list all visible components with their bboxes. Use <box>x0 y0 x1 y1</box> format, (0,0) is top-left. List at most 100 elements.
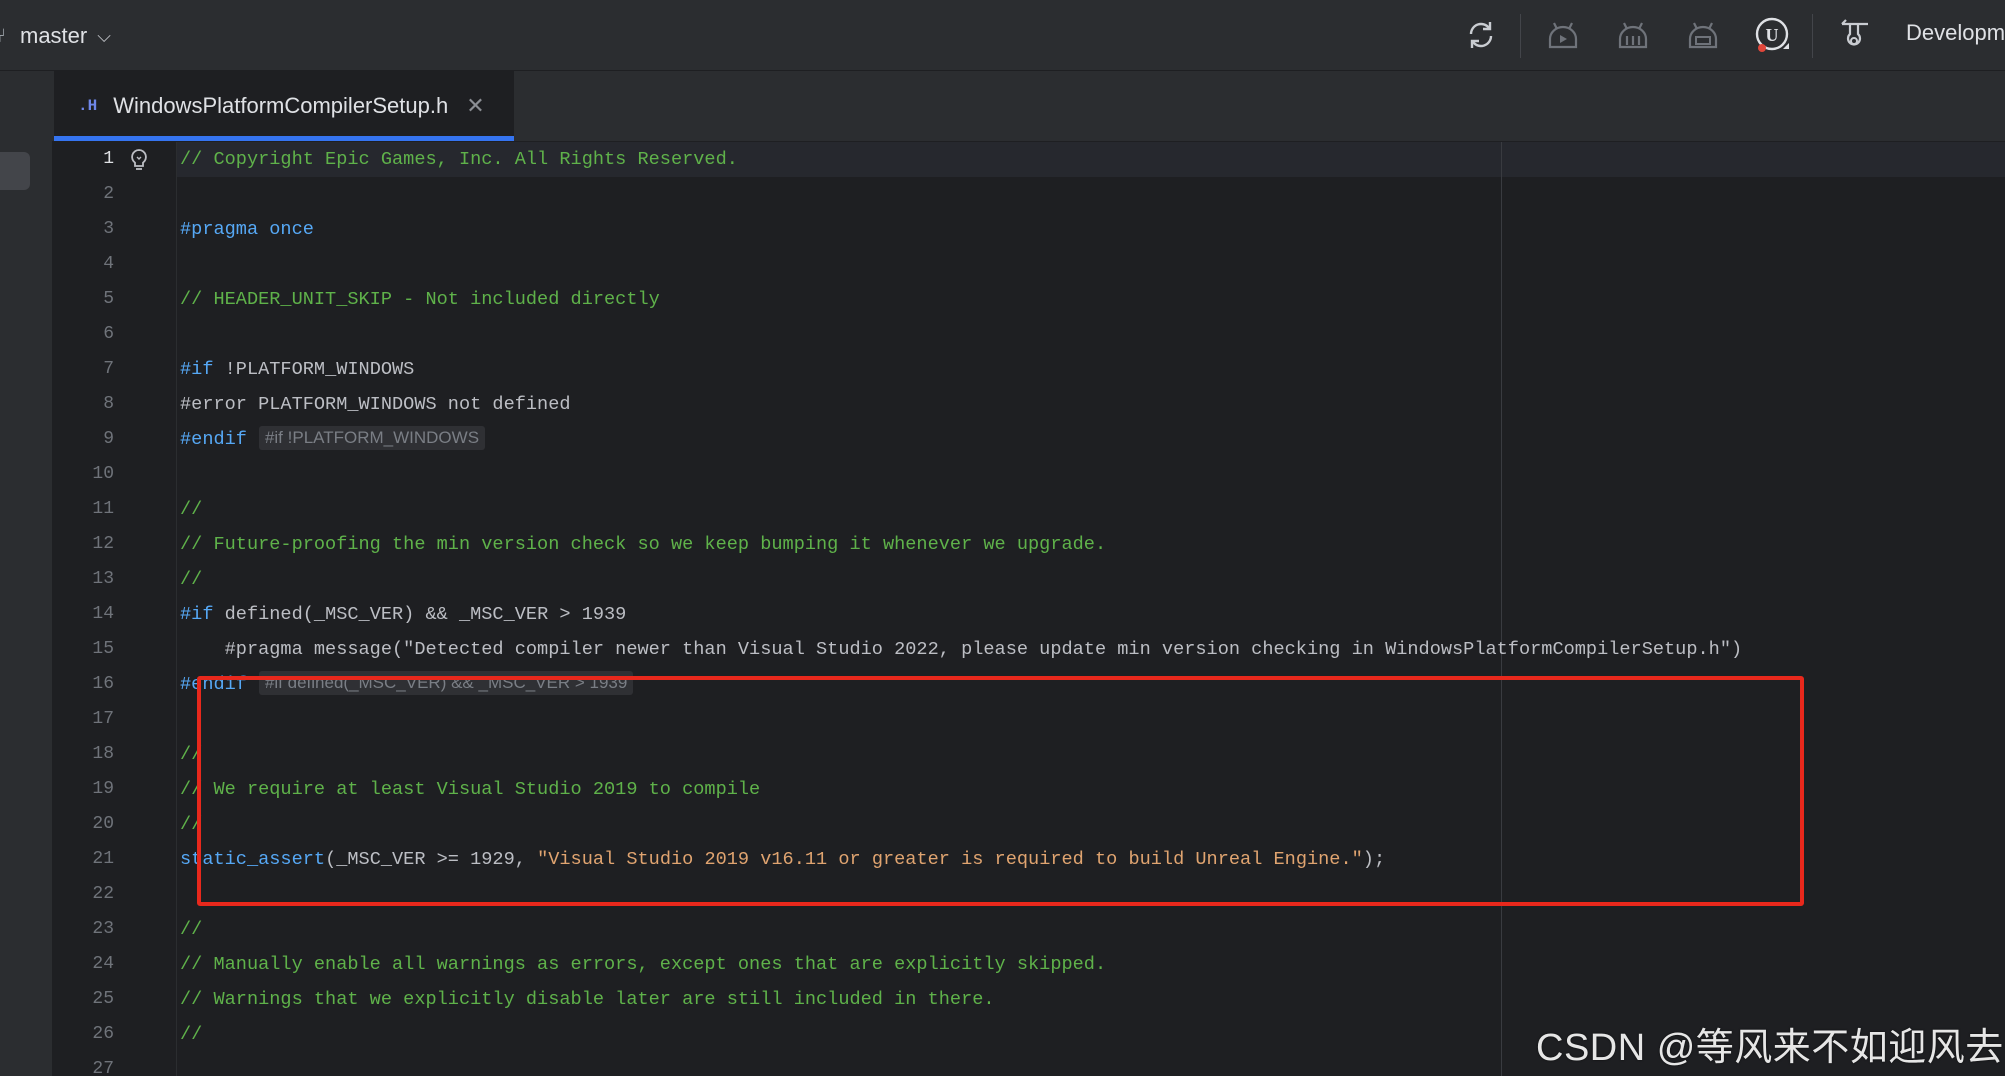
inlay-hint: #if !PLATFORM_WINDOWS <box>258 426 486 450</box>
code-line[interactable]: // <box>180 912 202 947</box>
code-token: static_assert <box>180 849 326 870</box>
line-number: 21 <box>92 849 114 869</box>
code-line[interactable]: #pragma once <box>180 212 314 247</box>
code-token: // <box>180 499 203 520</box>
code-token: defined(_MSC_VER) && _MSC_VER > <box>213 604 582 625</box>
vcs-branch-widget[interactable]: ⑂ master ⌵ <box>0 20 111 52</box>
code-token: !PLATFORM_WINDOWS <box>213 359 415 380</box>
code-line[interactable]: #if !PLATFORM_WINDOWS <box>180 352 414 387</box>
code-line[interactable]: static_assert(_MSC_VER >= 1929, "Visual … <box>180 842 1385 877</box>
unreal-engine-icon[interactable]: U <box>1752 14 1794 56</box>
vcs-branch-icon: ⑂ <box>0 25 6 48</box>
line-number: 22 <box>92 884 114 904</box>
line-number: 17 <box>92 709 114 729</box>
line-number: 18 <box>92 744 114 764</box>
line-number: 25 <box>92 989 114 1009</box>
code-line[interactable]: // We require at least Visual Studio 201… <box>180 772 760 807</box>
code-line[interactable]: #error PLATFORM_WINDOWS not defined <box>180 387 571 422</box>
line-number: 13 <box>92 569 114 589</box>
code-line[interactable]: // HEADER_UNIT_SKIP - Not included direc… <box>180 282 660 317</box>
code-line[interactable]: #endif #if !PLATFORM_WINDOWS <box>180 422 486 457</box>
rebuild-icon[interactable] <box>1612 14 1654 56</box>
run-configuration-selector[interactable]: Developm <box>1906 20 2005 46</box>
inlay-hint: #if defined(_MSC_VER) && _MSC_VER > 1939 <box>258 671 634 695</box>
line-number: 5 <box>103 289 114 309</box>
run-config-icon[interactable] <box>1834 14 1876 56</box>
line-number: 26 <box>92 1024 114 1044</box>
code-line[interactable]: #endif #if defined(_MSC_VER) && _MSC_VER … <box>180 667 634 702</box>
code-token: #endif <box>180 674 247 695</box>
build-icon[interactable] <box>1542 14 1584 56</box>
lightbulb-icon[interactable] <box>128 148 150 177</box>
code-line[interactable]: // <box>180 807 202 842</box>
line-number: 9 <box>103 429 114 449</box>
line-number: 4 <box>103 254 114 274</box>
line-number: 2 <box>103 184 114 204</box>
tool-window-button[interactable] <box>0 152 30 190</box>
line-number: 24 <box>92 954 114 974</box>
code-token: ); <box>1362 849 1386 870</box>
code-token: #if <box>180 359 214 380</box>
line-number: 8 <box>103 394 114 414</box>
line-number: 6 <box>103 324 114 344</box>
gutter-separator <box>176 142 177 1076</box>
code-token: "Visual Studio 2019 v16.11 or greater is… <box>537 849 1363 870</box>
chevron-down-icon: ⌵ <box>97 25 111 46</box>
code-editor[interactable]: 1 2 3 4 5 6 7 8 9 10 11 12 13 14 15 16 17 18 19 20 21 22 23 24 2… <box>52 142 2005 1076</box>
active-tab-indicator <box>54 136 514 141</box>
line-number: 20 <box>92 814 114 834</box>
code-token: // Future-proofing the min version check… <box>180 534 1107 555</box>
code-token: (_MSC_VER >= 1929, <box>325 849 538 870</box>
code-line[interactable]: #pragma message("Detected compiler newer… <box>180 632 1743 667</box>
line-number: 23 <box>92 919 114 939</box>
refresh-icon[interactable] <box>1460 14 1502 56</box>
watermark: CSDN @等风来不如迎风去 <box>1536 1027 2004 1069</box>
code-token: #endif <box>180 429 247 450</box>
code-token: // <box>180 1024 203 1045</box>
code-token: #if <box>180 604 214 625</box>
code-line[interactable]: #if defined(_MSC_VER) && _MSC_VER > 1939 <box>180 597 626 632</box>
code-line[interactable]: // Warnings that we explicitly disable l… <box>180 982 995 1017</box>
code-line[interactable]: // Copyright Epic Games, Inc. All Rights… <box>180 142 738 177</box>
svg-text:U: U <box>1766 25 1779 45</box>
code-token: // <box>180 744 203 765</box>
code-token: #pragma message("Detected compiler newer… <box>180 639 1743 660</box>
line-number: 27 <box>92 1059 114 1076</box>
code-line[interactable]: // <box>180 562 202 597</box>
line-number: 1 <box>103 149 114 169</box>
editor-tab-bar: .H WindowsPlatformCompilerSetup.h ✕ <box>52 71 2005 142</box>
code-token: #pragma once <box>180 219 314 240</box>
code-token: // HEADER_UNIT_SKIP - Not included direc… <box>180 289 660 310</box>
code-line[interactable]: // <box>180 737 202 772</box>
code-token: // <box>180 814 203 835</box>
toolbar-separator <box>1520 14 1521 58</box>
code-token: // Copyright Epic Games, Inc. All Rights… <box>180 149 738 170</box>
line-number: 14 <box>92 604 114 624</box>
line-number: 19 <box>92 779 114 799</box>
clean-icon[interactable] <box>1682 14 1724 56</box>
code-line[interactable]: // <box>180 1017 202 1052</box>
code-token: // We require at least Visual Studio 201… <box>180 779 761 800</box>
code-token: // Manually enable all warnings as error… <box>180 954 1107 975</box>
line-number: 10 <box>92 464 114 484</box>
line-number: 11 <box>92 499 114 519</box>
code-line[interactable]: // <box>180 492 202 527</box>
branch-label: master <box>20 23 88 48</box>
code-line[interactable]: // Manually enable all warnings as error… <box>180 947 1106 982</box>
header-file-icon: .H <box>78 97 98 115</box>
main-toolbar: ⑂ master ⌵ U Developm <box>0 0 2005 71</box>
left-tool-strip <box>0 71 52 1076</box>
editor-tab[interactable]: .H WindowsPlatformCompilerSetup.h ✕ <box>54 71 514 141</box>
code-token: 1939 <box>581 604 627 625</box>
line-number: 7 <box>103 359 114 379</box>
toolbar-separator <box>1812 14 1813 58</box>
code-token: // <box>180 569 203 590</box>
code-token: // Warnings that we explicitly disable l… <box>180 989 995 1010</box>
code-token: #error PLATFORM_WINDOWS not defined <box>180 394 571 415</box>
line-number: 15 <box>92 639 114 659</box>
line-number-gutter: 1 2 3 4 5 6 7 8 9 10 11 12 13 14 15 16 17 18 19 20 21 22 23 24 2… <box>52 142 176 1076</box>
code-line[interactable]: // Future-proofing the min version check… <box>180 527 1106 562</box>
line-number: 3 <box>103 219 114 239</box>
code-token: // <box>180 919 203 940</box>
close-icon[interactable]: ✕ <box>466 93 484 119</box>
